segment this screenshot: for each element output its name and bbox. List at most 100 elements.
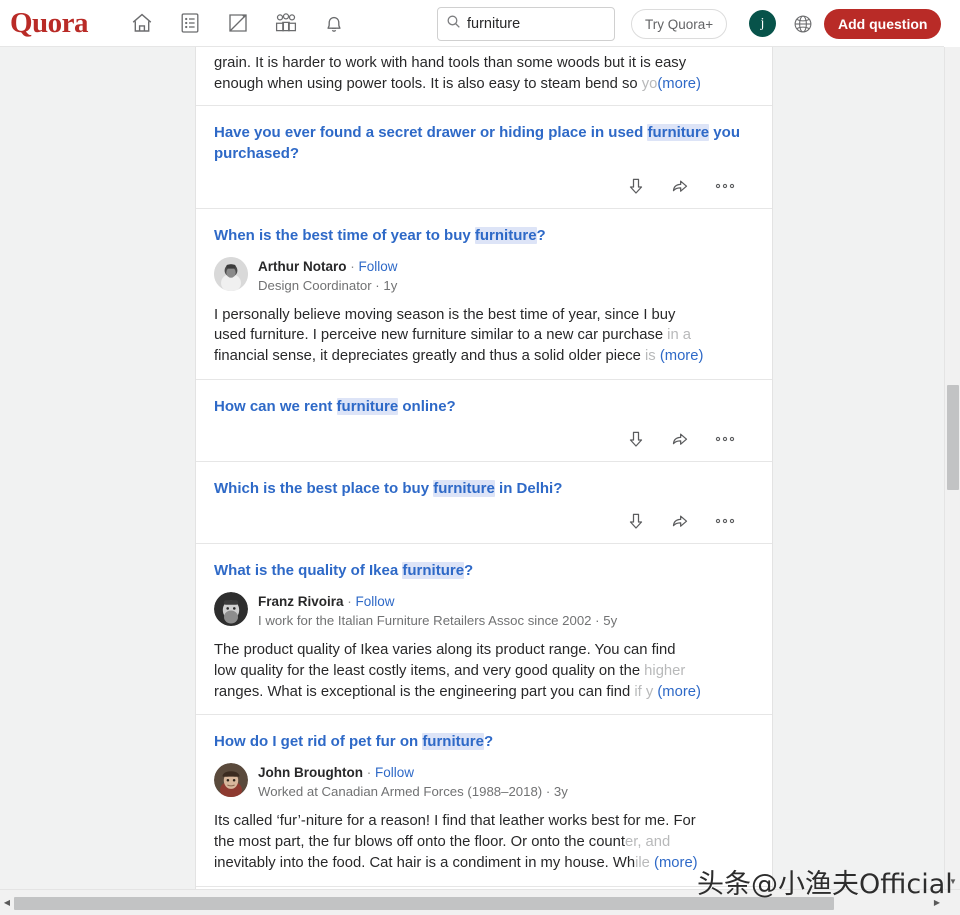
more-options-icon[interactable]	[714, 435, 736, 443]
byline-secondary: I work for the Italian Furniture Retaile…	[258, 612, 618, 628]
question-title-after: ?	[464, 561, 474, 579]
question-title-before: How do I get rid of pet fur on	[214, 733, 423, 751]
snippet-fade: er, and	[625, 834, 671, 851]
add-question-button[interactable]: Add question	[824, 9, 942, 39]
scroll-right-arrow-icon[interactable]: ▶	[930, 890, 944, 915]
snippet-line: enough when using power tools. It is als…	[214, 75, 642, 92]
question-title[interactable]: Have you ever found a secret drawer or h…	[214, 122, 754, 164]
search-term-highlight: furniture	[336, 397, 399, 415]
globe-icon[interactable]	[789, 10, 817, 38]
snippet-line: the most part, the fur blows off onto th…	[214, 834, 625, 851]
answer-snippet: Its called ‘fur’-niture for a reason! I …	[214, 811, 754, 873]
result-card-ikea-quality: What is the quality of Ikea furniture? F…	[196, 543, 772, 716]
answer-pencil-icon[interactable]	[214, 1, 262, 45]
answer-age: 1y	[383, 277, 398, 293]
avatar[interactable]	[214, 763, 248, 798]
follow-link[interactable]: Follow	[359, 259, 398, 274]
card-actions	[214, 429, 754, 449]
card-actions	[214, 176, 754, 196]
quora-search-results-page: Quora furniture Try Quora+ j Add questio…	[0, 0, 960, 915]
question-title[interactable]: What is the quality of Ikea furniture?	[214, 560, 754, 581]
more-link[interactable]: (more)	[660, 348, 704, 364]
try-quora-plus-button[interactable]: Try Quora+	[631, 9, 728, 39]
notifications-bell-icon[interactable]	[310, 1, 358, 45]
result-card-best-time-of-year: When is the best time of year to buy fur…	[196, 208, 772, 380]
primary-nav	[118, 1, 358, 45]
horizontal-scrollbar-thumb[interactable]	[14, 897, 834, 910]
author-name[interactable]: Franz Rivoira	[258, 594, 344, 609]
byline-primary: Arthur Notaro · Follow	[258, 258, 398, 274]
question-title-after: online?	[398, 397, 456, 415]
more-options-icon[interactable]	[714, 517, 736, 525]
home-icon[interactable]	[118, 1, 166, 45]
snippet-line: I personally believe moving season is th…	[214, 306, 676, 323]
search-input[interactable]: furniture	[437, 7, 615, 41]
share-icon[interactable]	[670, 176, 690, 196]
result-card-secret-drawer: Have you ever found a secret drawer or h…	[196, 105, 772, 209]
search-results-feed: grain. It is harder to work with hand to…	[195, 47, 773, 889]
follow-link[interactable]: Follow	[356, 594, 395, 609]
avatar[interactable]	[214, 591, 248, 626]
question-title-before: Which is the best place to buy	[214, 479, 434, 497]
author-byline: Franz Rivoira · Follow I work for the It…	[214, 591, 754, 630]
downvote-icon[interactable]	[626, 511, 646, 531]
spaces-people-icon[interactable]	[262, 1, 310, 45]
profile-avatar[interactable]: j	[749, 10, 776, 37]
avatar[interactable]	[214, 256, 248, 291]
answer-snippet: I personally believe moving season is th…	[214, 305, 754, 367]
quora-logo[interactable]: Quora	[10, 8, 89, 38]
question-title-before: When is the best time of year to buy	[214, 226, 475, 244]
byline-primary: Franz Rivoira · Follow	[258, 593, 395, 609]
share-icon[interactable]	[670, 511, 690, 531]
result-card-pet-fur: How do I get rid of pet fur on furniture…	[196, 715, 772, 887]
vertical-scrollbar[interactable]: ▼	[944, 47, 960, 889]
byline-secondary: Worked at Canadian Armed Forces (1988–20…	[258, 784, 568, 800]
question-title-after: in Delhi?	[494, 479, 563, 497]
more-link[interactable]: (more)	[654, 855, 698, 871]
result-card-rent-furniture-online: How can we rent furniture online?	[196, 379, 772, 462]
answer-snippet: The product quality of Ikea varies along…	[214, 640, 754, 702]
snippet-line: financial sense, it depreciates greatly …	[214, 348, 646, 365]
byline-secondary: Design Coordinator · 1y	[258, 277, 398, 293]
snippet-line: ranges. What is exceptional is the engin…	[214, 683, 635, 700]
answer-age: 5y	[603, 612, 618, 628]
vertical-scrollbar-thumb[interactable]	[947, 385, 959, 490]
horizontal-scrollbar[interactable]: ◀ ▶	[0, 889, 960, 915]
snippet-line: low quality for the least costly items, …	[214, 662, 645, 679]
snippet-line: inevitably into the food. Cat hair is a …	[214, 854, 636, 871]
search-icon	[446, 14, 461, 34]
question-title-before: Have you ever found a secret drawer or h…	[214, 123, 648, 141]
more-options-icon[interactable]	[714, 182, 736, 190]
search-term-highlight: furniture	[402, 561, 465, 579]
byline-primary: John Broughton · Follow	[258, 765, 414, 781]
question-title[interactable]: How do I get rid of pet fur on furniture…	[214, 731, 754, 752]
byline-text: John Broughton · Follow Worked at Canadi…	[258, 763, 568, 801]
follow-link[interactable]: Follow	[375, 765, 414, 780]
search-term-highlight: furniture	[474, 226, 537, 244]
share-icon[interactable]	[670, 429, 690, 449]
question-title-before: How can we rent	[214, 397, 337, 415]
author-credential: I work for the Italian Furniture Retaile…	[258, 612, 592, 628]
more-link[interactable]: (more)	[657, 684, 701, 700]
snippet-line: The product quality of Ikea varies along…	[214, 641, 676, 658]
question-title[interactable]: When is the best time of year to buy fur…	[214, 225, 754, 246]
search-value: furniture	[467, 15, 521, 32]
scroll-down-arrow-icon[interactable]: ▼	[945, 873, 960, 889]
author-name[interactable]: Arthur Notaro	[258, 259, 347, 274]
downvote-icon[interactable]	[626, 176, 646, 196]
question-title[interactable]: Which is the best place to buy furniture…	[214, 478, 754, 499]
more-link[interactable]: (more)	[657, 76, 701, 92]
result-card-partial-top: grain. It is harder to work with hand to…	[196, 53, 772, 106]
question-title-after: ?	[536, 226, 546, 244]
question-title[interactable]: How can we rent furniture online?	[214, 396, 754, 417]
answer-snippet: grain. It is harder to work with hand to…	[214, 53, 754, 95]
site-header: Quora furniture Try Quora+ j Add questio…	[0, 0, 944, 47]
snippet-line: Its called ‘fur’-niture for a reason! I …	[214, 813, 696, 830]
question-title-before: What is the quality of Ikea	[214, 561, 403, 579]
page-body: grain. It is harder to work with hand to…	[0, 47, 944, 889]
following-list-icon[interactable]	[166, 1, 214, 45]
result-card-best-place-delhi: Which is the best place to buy furniture…	[196, 461, 772, 544]
downvote-icon[interactable]	[626, 429, 646, 449]
author-name[interactable]: John Broughton	[258, 765, 363, 780]
scroll-left-arrow-icon[interactable]: ◀	[0, 890, 14, 915]
